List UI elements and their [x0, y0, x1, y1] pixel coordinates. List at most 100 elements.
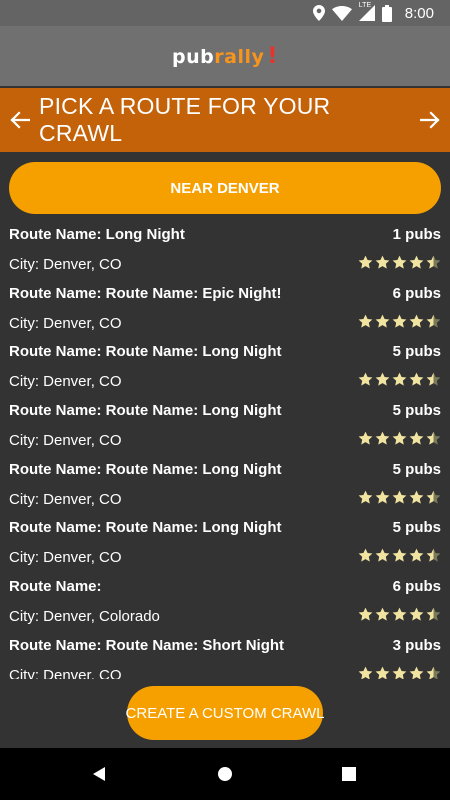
star-half-icon — [426, 666, 441, 679]
location-icon — [312, 5, 325, 21]
route-pub-count: 6 pubs — [392, 284, 441, 302]
star-icon — [375, 666, 390, 679]
route-city: City: Denver, CO — [9, 490, 122, 508]
route-detail-row: City: Denver, Colorado — [9, 607, 441, 626]
route-rating — [358, 666, 441, 679]
app-logo: pubrally! — [172, 44, 278, 69]
status-icons: LTE 8:00 — [312, 0, 434, 26]
home-button[interactable] — [213, 762, 237, 786]
route-list-item[interactable]: Route Name: Route Name: Long Night 5 pubs… — [0, 457, 450, 516]
star-icon — [375, 314, 390, 333]
route-title-row: Route Name: Route Name: Short Night 3 pub… — [9, 637, 441, 654]
star-half-icon — [426, 548, 441, 567]
star-icon — [392, 314, 407, 333]
star-icon — [392, 372, 407, 391]
star-icon — [375, 255, 390, 274]
route-name: Route Name: Long Night — [9, 226, 185, 243]
route-title-row: Route Name: Long Night 1 pubs — [9, 226, 441, 243]
recents-button[interactable] — [337, 762, 361, 786]
route-rating — [358, 314, 441, 333]
star-icon — [375, 372, 390, 391]
route-detail-row: City: Denver, CO — [9, 431, 441, 450]
star-icon — [409, 548, 424, 567]
route-title-row: Route Name: Route Name: Long Night 5 pubs — [9, 402, 441, 419]
star-half-icon — [426, 431, 441, 450]
route-list-item[interactable]: Route Name: Route Name: Long Night 5 pubs… — [0, 515, 450, 574]
route-list-item[interactable]: Route Name: Route Name: Short Night 3 pub… — [0, 633, 450, 679]
route-title-row: Route Name: Route Name: Long Night 5 pubs — [9, 519, 441, 536]
star-half-icon — [426, 490, 441, 509]
star-icon — [358, 666, 373, 679]
navigation-bar — [0, 748, 450, 800]
route-list-item[interactable]: Route Name: Long Night 1 pubs City: Denver… — [0, 222, 450, 281]
star-icon — [409, 255, 424, 274]
route-pub-count: 5 pubs — [392, 460, 441, 478]
route-pub-count: 5 pubs — [392, 343, 441, 361]
route-detail-row: City: Denver, CO — [9, 666, 441, 679]
battery-icon — [381, 4, 392, 22]
route-rating — [358, 431, 441, 450]
route-rating — [358, 607, 441, 626]
back-button[interactable] — [88, 762, 112, 786]
back-icon — [93, 767, 105, 781]
route-pub-count: 6 pubs — [392, 578, 441, 596]
star-icon — [409, 314, 424, 333]
route-list-item[interactable]: Route Name: Route Name: Long Night 5 pubs… — [0, 398, 450, 457]
star-icon — [409, 666, 424, 679]
logo-pub: pub — [172, 45, 215, 68]
route-detail-row: City: Denver, CO — [9, 372, 441, 391]
star-half-icon — [426, 314, 441, 333]
route-title-row: Route Name: Route Name: Long Night 5 pubs — [9, 461, 441, 478]
arrow-right-icon — [420, 111, 441, 129]
wifi-icon — [331, 5, 352, 21]
signal-icon: LTE — [358, 2, 375, 21]
star-icon — [409, 431, 424, 450]
star-icon — [392, 666, 407, 679]
star-icon — [392, 255, 407, 274]
route-rating — [358, 548, 441, 567]
star-icon — [358, 490, 373, 509]
star-icon — [358, 314, 373, 333]
route-pub-count: 1 pubs — [392, 226, 441, 243]
route-name: Route Name: Route Name: Short Night — [9, 636, 285, 654]
star-icon — [375, 548, 390, 567]
route-city: City: Denver, CO — [9, 256, 122, 273]
next-button[interactable] — [411, 88, 450, 152]
route-list-item[interactable]: Route Name: Route Name: Epic Night! 6 pub… — [0, 281, 450, 340]
route-list[interactable]: Route Name: Long Night 1 pubs City: Denver… — [0, 222, 450, 679]
star-icon — [375, 607, 390, 626]
route-list-item[interactable]: Route Name: 6 pubs City: Denver, Colorado — [0, 574, 450, 633]
star-icon — [358, 607, 373, 626]
route-city: City: Denver, CO — [9, 373, 122, 391]
app-bar: pubrally! — [0, 26, 450, 86]
star-icon — [358, 548, 373, 567]
clock: 8:00 — [404, 4, 434, 22]
star-icon — [409, 490, 424, 509]
route-city: City: Denver, CO — [9, 549, 122, 567]
route-pub-count: 5 pubs — [392, 519, 441, 537]
status-bar: LTE 8:00 — [0, 0, 450, 26]
star-icon — [392, 490, 407, 509]
route-rating — [358, 372, 441, 391]
logo-rally: rally — [214, 45, 265, 68]
route-header: PICK A ROUTE FOR YOUR CRAWL — [0, 88, 450, 152]
star-icon — [392, 431, 407, 450]
route-title-row: Route Name: Route Name: Long Night 5 pubs — [9, 343, 441, 360]
route-name: Route Name: Route Name: Long Night — [9, 343, 282, 361]
page-title: PICK A ROUTE FOR YOUR CRAWL — [39, 93, 331, 146]
route-detail-row: City: Denver, CO — [9, 490, 441, 509]
near-location-button[interactable]: NEAR DENVER — [9, 162, 441, 214]
create-custom-crawl-button[interactable]: CREATE A CUSTOM CRAWL — [126, 686, 324, 740]
star-icon — [392, 548, 407, 567]
star-half-icon — [426, 255, 441, 274]
route-city: City: Denver, CO — [9, 666, 122, 679]
route-list-item[interactable]: Route Name: Route Name: Long Night 5 pubs… — [0, 339, 450, 398]
star-icon — [358, 372, 373, 391]
route-name: Route Name: Route Name: Long Night — [9, 460, 282, 478]
recents-icon — [342, 767, 356, 781]
previous-button[interactable] — [0, 88, 39, 152]
logo-mark: ! — [267, 43, 278, 69]
route-detail-row: City: Denver, CO — [9, 314, 441, 333]
route-city: City: Denver, Colorado — [9, 608, 160, 626]
star-icon — [375, 431, 390, 450]
